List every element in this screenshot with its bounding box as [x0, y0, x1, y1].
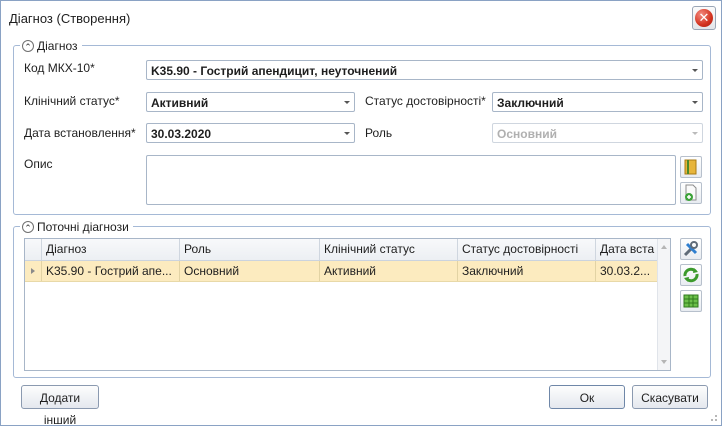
chevron-down-icon[interactable] — [344, 132, 350, 135]
refresh-button[interactable] — [680, 264, 702, 286]
resize-grip-icon[interactable] — [708, 412, 718, 422]
add-document-button[interactable] — [680, 182, 702, 204]
cancel-button[interactable]: Скасувати — [632, 385, 708, 409]
row-indicator — [25, 261, 42, 281]
chevron-down-icon[interactable] — [344, 101, 350, 104]
add-other-button[interactable]: Додати інший — [21, 385, 99, 427]
verification-status-select[interactable]: Заключний — [492, 92, 703, 112]
close-icon: ✕ — [695, 9, 713, 27]
diagnoses-table[interactable]: Діагноз Роль Клінічний статус Статус дос… — [24, 238, 671, 371]
column-header-clinical-status[interactable]: Клінічний статус — [320, 239, 458, 260]
icd-code-value: K35.90 - Гострий апендицит, неуточнений — [151, 64, 398, 78]
current-diagnoses-header[interactable]: ⌃ Поточні діагнози — [20, 219, 133, 235]
refresh-icon — [683, 267, 699, 283]
icd-label: Код МКХ-10* — [24, 61, 95, 75]
edit-button[interactable] — [680, 238, 702, 260]
table-view-button[interactable] — [680, 290, 702, 312]
diagnosis-group-header[interactable]: ⌃ Діагноз — [20, 38, 82, 54]
verification-status-label: Статус достовірності* — [365, 94, 486, 108]
column-header-diagnosis[interactable]: Діагноз — [42, 239, 180, 260]
dialog-window: Діагноз (Створення) ✕ ⌃ Діагноз Код МКХ-… — [0, 0, 722, 427]
current-diagnoses-group: ⌃ Поточні діагнози Діагноз Роль Клінічни… — [13, 219, 711, 378]
title-bar: Діагноз (Створення) ✕ — [1, 1, 721, 35]
clinical-status-select[interactable]: Активний — [146, 92, 355, 112]
icd-code-select[interactable]: K35.90 - Гострий апендицит, неуточнений — [146, 60, 703, 80]
cell-clinical-status[interactable]: Активний — [320, 261, 458, 281]
table-row[interactable]: K35.90 - Гострий апе... Основний Активни… — [25, 261, 658, 282]
table-header: Діагноз Роль Клінічний статус Статус дос… — [25, 239, 658, 261]
cell-date[interactable]: 30.03.2... — [596, 261, 658, 281]
ok-button[interactable]: Ок — [549, 385, 625, 409]
column-header-date[interactable]: Дата вста — [596, 239, 658, 260]
scroll-down-icon[interactable] — [661, 360, 667, 364]
cell-diagnosis[interactable]: K35.90 - Гострий апе... — [42, 261, 180, 281]
book-icon — [684, 159, 697, 175]
verification-status-value: Заключний — [497, 96, 564, 110]
diagnosis-group: ⌃ Діагноз Код МКХ-10* K35.90 - Гострий а… — [13, 38, 711, 215]
date-value: 30.03.2020 — [151, 127, 212, 141]
column-header-role[interactable]: Роль — [180, 239, 320, 260]
date-label: Дата встановлення* — [24, 126, 136, 140]
chevron-up-icon[interactable]: ⌃ — [22, 221, 34, 233]
chevron-down-icon[interactable] — [692, 69, 698, 72]
table-icon — [683, 294, 699, 308]
date-picker[interactable]: 30.03.2020 — [146, 123, 355, 143]
scroll-up-icon[interactable] — [661, 245, 667, 249]
chevron-up-icon[interactable]: ⌃ — [22, 40, 34, 52]
chevron-down-icon[interactable] — [692, 101, 698, 104]
clinical-status-value: Активний — [151, 96, 209, 110]
cell-role[interactable]: Основний — [180, 261, 320, 281]
chevron-down-icon — [692, 132, 698, 135]
column-header-verification-status[interactable]: Статус достовірності — [458, 239, 596, 260]
description-textarea[interactable] — [146, 155, 676, 205]
vertical-scrollbar[interactable] — [657, 239, 670, 370]
role-label: Роль — [365, 126, 393, 140]
dictionary-button[interactable] — [680, 156, 702, 178]
header-indicator — [25, 239, 42, 260]
role-select[interactable]: Основний — [492, 123, 703, 143]
role-value: Основний — [497, 127, 557, 141]
current-diagnoses-title: Поточні діагнози — [37, 220, 129, 234]
cell-verification-status[interactable]: Заключний — [458, 261, 596, 281]
row-pointer-icon — [31, 268, 35, 274]
clinical-status-label: Клінічний статус* — [24, 94, 120, 108]
close-button[interactable]: ✕ — [692, 6, 716, 30]
diagnosis-group-title: Діагноз — [37, 39, 78, 53]
tools-icon — [683, 241, 698, 257]
window-title: Діагноз (Створення) — [9, 11, 131, 26]
description-label: Опис — [24, 157, 53, 171]
add-document-icon — [685, 184, 697, 201]
